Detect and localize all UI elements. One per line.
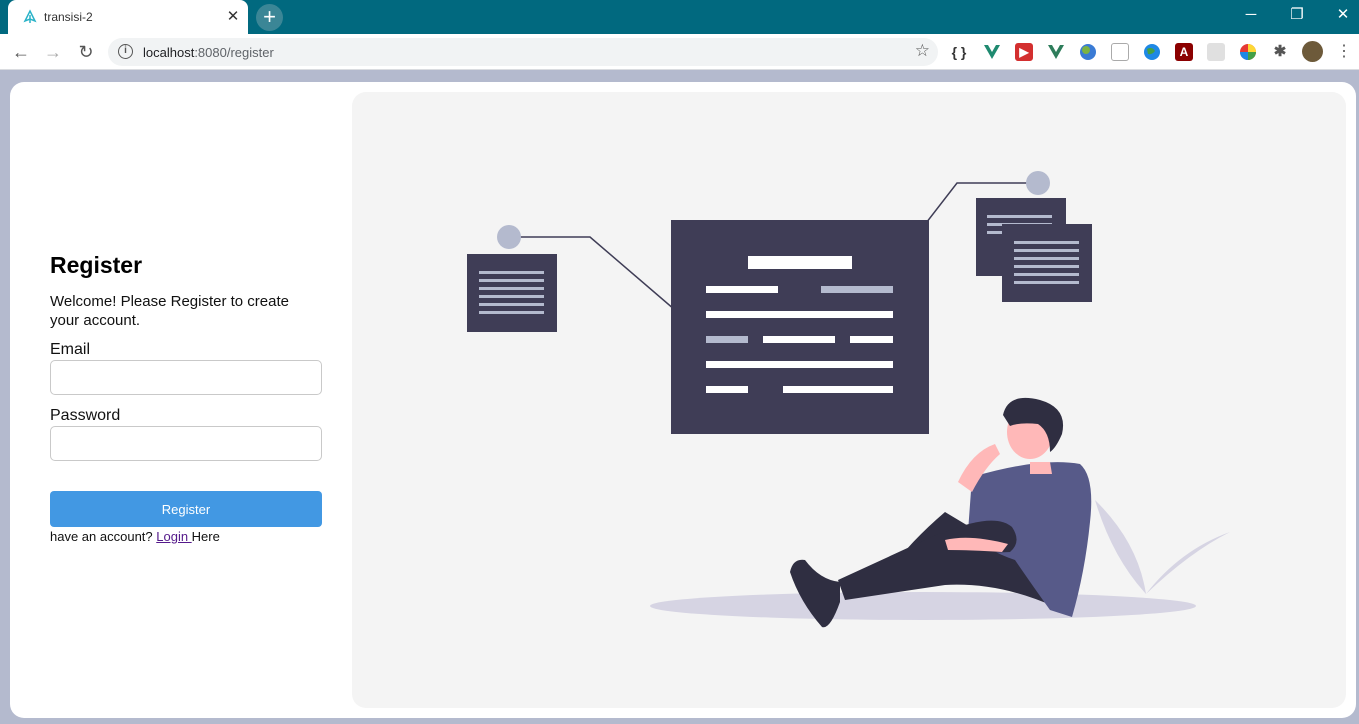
restore-icon[interactable]: ❐ <box>1274 0 1320 30</box>
vue-devtools-icon[interactable] <box>983 43 1001 61</box>
reload-icon[interactable]: ↻ <box>74 40 98 64</box>
browser-tab[interactable]: transisi-2 ✕ <box>8 0 248 34</box>
tab-title: transisi-2 <box>44 10 93 24</box>
login-prompt: have an account? Login Here <box>50 529 322 544</box>
profile-avatar-icon[interactable] <box>1302 41 1323 62</box>
close-icon[interactable]: ✕ <box>1320 0 1359 30</box>
notes-icon[interactable] <box>1111 43 1129 61</box>
tab-close-icon[interactable]: ✕ <box>224 8 242 26</box>
register-form: Register Welcome! Please Register to cre… <box>50 252 322 544</box>
new-tab-button[interactable]: + <box>256 4 283 31</box>
back-icon[interactable]: ← <box>9 40 33 64</box>
info-icon[interactable]: i <box>118 44 133 59</box>
address-bar[interactable]: i localhost:8080/register ☆ <box>108 38 938 66</box>
page-title: Register <box>50 252 143 278</box>
vuetify-icon <box>23 9 37 23</box>
email-label: Email <box>50 341 91 358</box>
globe-icon[interactable] <box>1079 43 1097 61</box>
password-label: Password <box>50 407 121 424</box>
vue-icon[interactable] <box>1047 43 1065 61</box>
url-text[interactable]: localhost:8080/register <box>143 45 274 60</box>
color-wheel-icon[interactable] <box>1239 43 1257 61</box>
media-icon[interactable]: ▶ <box>1015 43 1033 61</box>
forward-icon[interactable]: → <box>41 40 65 64</box>
earth-icon[interactable] <box>1143 43 1161 61</box>
dots-icon[interactable] <box>1207 43 1225 61</box>
password-field[interactable] <box>50 426 322 461</box>
menu-icon[interactable]: ⋮ <box>1332 40 1356 64</box>
register-page: Register Welcome! Please Register to cre… <box>10 82 1356 718</box>
pdf-icon[interactable]: A <box>1175 43 1193 61</box>
login-prompt-prefix: have an account? <box>50 529 157 544</box>
illustration-svg <box>467 171 1230 628</box>
welcome-text: Welcome! Please Register to create your … <box>50 293 289 329</box>
json-viewer-icon[interactable]: { } <box>950 43 968 61</box>
email-field[interactable] <box>50 360 322 395</box>
puzzle-icon[interactable]: ✱ <box>1271 43 1289 61</box>
bookmark-star-icon[interactable]: ☆ <box>915 41 930 61</box>
minimize-icon[interactable]: ─ <box>1228 0 1274 30</box>
login-link[interactable]: Login <box>156 529 191 544</box>
register-button[interactable]: Register <box>50 491 322 527</box>
login-prompt-suffix: Here <box>191 529 220 544</box>
register-illustration <box>352 92 1346 708</box>
browser-toolbar: ← → ↻ i localhost:8080/register ☆ { } ▶ … <box>0 34 1359 70</box>
browser-titlebar: transisi-2 ✕ + ─ ❐ ✕ <box>0 0 1359 34</box>
